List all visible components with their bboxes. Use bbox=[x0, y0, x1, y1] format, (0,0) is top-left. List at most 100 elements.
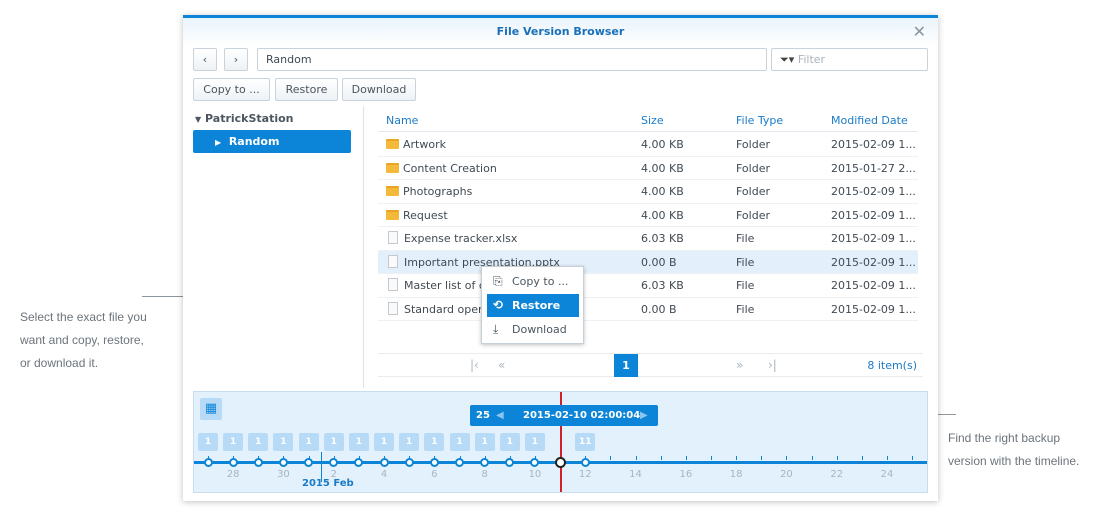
version-node[interactable] bbox=[404, 458, 414, 467]
version-node[interactable] bbox=[304, 458, 314, 467]
cell-name: Master list of co bbox=[386, 274, 492, 297]
table-row[interactable]: Photographs 4.00 KB 2015-02-09 1... Fold… bbox=[378, 180, 918, 204]
column-size[interactable]: Size bbox=[641, 110, 664, 132]
table-row[interactable]: Expense tracker.xlsx 6.03 KB 2015-02-09 … bbox=[378, 227, 918, 251]
version-node[interactable] bbox=[228, 458, 238, 467]
column-type[interactable]: File Type bbox=[736, 110, 783, 132]
last-page-icon[interactable]: ›| bbox=[768, 358, 777, 372]
version-count-bubble[interactable]: 1 bbox=[474, 433, 495, 451]
note-line: Find the right backup bbox=[948, 431, 1061, 445]
version-count-bubble[interactable]: 1 bbox=[223, 433, 244, 451]
cell-name: Standard operat bbox=[386, 298, 494, 321]
forward-button[interactable]: › bbox=[224, 48, 248, 71]
day-label: 20 bbox=[780, 469, 793, 480]
table-row[interactable]: Request 4.00 KB 2015-02-09 1... Folder bbox=[378, 204, 918, 227]
timeline-tick bbox=[887, 456, 889, 460]
version-tooltip: 25 ◀ 2015-02-10 02:00:04 ▶ bbox=[470, 405, 658, 426]
version-node[interactable] bbox=[203, 458, 213, 467]
version-node[interactable] bbox=[253, 458, 263, 467]
table-row[interactable]: Content Creation 4.00 KB 2015-01-27 2...… bbox=[378, 157, 918, 180]
table-row[interactable]: Artwork 4.00 KB 2015-02-09 1... Folder bbox=[378, 133, 918, 157]
next-page-icon[interactable]: » bbox=[736, 358, 743, 372]
version-count-bubble[interactable]: 1 bbox=[499, 433, 520, 451]
divider bbox=[363, 106, 364, 388]
version-count-bubble[interactable]: 1 bbox=[424, 433, 445, 451]
cell-date: 2015-02-09 1... bbox=[831, 208, 916, 222]
version-count-bubble[interactable]: 11 bbox=[575, 433, 596, 451]
cell-date: 2015-02-09 1... bbox=[831, 138, 916, 151]
next-version-icon[interactable]: ▶ bbox=[640, 405, 648, 426]
timeline-tick bbox=[912, 456, 914, 460]
file-table: Name Size File Type Modified Date Artwor… bbox=[378, 110, 928, 370]
version-node[interactable] bbox=[429, 458, 439, 467]
first-page-icon[interactable]: |‹ bbox=[470, 358, 479, 372]
version-count-bubble[interactable]: 1 bbox=[399, 433, 420, 451]
timeline-tick bbox=[761, 456, 763, 460]
copy-to-button[interactable]: Copy to ... bbox=[193, 78, 270, 101]
day-label: 30 bbox=[277, 469, 290, 480]
note-line: or download it. bbox=[20, 356, 99, 370]
close-icon[interactable]: ✕ bbox=[913, 18, 926, 46]
timeline-tick bbox=[660, 456, 662, 460]
menu-item-restore[interactable]: ⟲ Restore bbox=[487, 294, 579, 317]
day-label: 6 bbox=[431, 469, 438, 480]
filter-icon[interactable]: ⏷▾ bbox=[780, 53, 794, 66]
download-button[interactable]: Download bbox=[342, 78, 416, 101]
folder-icon bbox=[386, 162, 399, 173]
version-node[interactable] bbox=[455, 458, 464, 467]
version-node[interactable] bbox=[530, 458, 540, 467]
table-row[interactable]: Standard operat 0.00 B 2015-02-09 1... F… bbox=[378, 298, 918, 321]
table-header: Name Size File Type Modified Date bbox=[378, 110, 918, 132]
version-node[interactable] bbox=[505, 458, 515, 467]
version-count-bubble[interactable]: 1 bbox=[449, 433, 470, 451]
table-row[interactable]: Master list of co 6.03 KB 2015-02-09 1..… bbox=[378, 274, 918, 298]
version-node[interactable] bbox=[278, 458, 288, 467]
right-annotation: Find the right backup version with the t… bbox=[948, 427, 1079, 473]
version-node[interactable] bbox=[379, 458, 389, 467]
version-count-bubble[interactable]: 1 bbox=[198, 433, 218, 451]
menu-item-download[interactable]: ⤓ Download bbox=[487, 318, 579, 341]
cell-size: 4.00 KB bbox=[641, 208, 684, 222]
filter-input[interactable]: ⏷▾ Filter bbox=[771, 48, 928, 71]
table-row[interactable]: Important presentation.pptx 0.00 B 2015-… bbox=[378, 250, 918, 274]
cell-name: Expense tracker.xlsx bbox=[386, 227, 517, 250]
prev-page-icon[interactable]: « bbox=[498, 358, 505, 372]
version-count-bubble[interactable]: 1 bbox=[374, 433, 395, 451]
file-version-browser-window: File Version Browser ✕ ‹ › Random ⏷▾ Fil… bbox=[183, 15, 938, 501]
version-node[interactable] bbox=[554, 457, 566, 468]
restore-button[interactable]: Restore bbox=[275, 78, 338, 101]
version-node[interactable] bbox=[580, 458, 590, 467]
cell-size: 6.03 KB bbox=[641, 279, 684, 292]
version-count-bubble[interactable]: 1 bbox=[273, 433, 294, 451]
column-name[interactable]: Name bbox=[386, 110, 418, 132]
column-date[interactable]: Modified Date bbox=[831, 110, 908, 132]
version-count-bubble[interactable]: 1 bbox=[323, 433, 344, 451]
tree-item-random[interactable]: ▶ Random bbox=[193, 130, 351, 153]
version-count-bubble[interactable]: 1 bbox=[524, 433, 545, 451]
calendar-icon[interactable]: ▦ bbox=[200, 398, 222, 420]
folder-icon bbox=[386, 186, 399, 196]
version-count-bubble[interactable]: 1 bbox=[348, 433, 369, 451]
version-node[interactable] bbox=[354, 458, 364, 467]
cell-date: 2015-02-09 1... bbox=[831, 255, 916, 269]
path-field[interactable]: Random bbox=[257, 48, 767, 71]
timeline-tick bbox=[861, 456, 863, 460]
timeline[interactable]: ▦ 28 30 2 4 6 8 10 12 14 16 18 20 22 24 1 1 1 1 1 1 1 1 1 1 1 1 1 1… bbox=[193, 391, 928, 493]
version-node[interactable] bbox=[329, 458, 339, 467]
caret-right-icon: ▶ bbox=[215, 138, 222, 147]
menu-item-copy-to[interactable]: ⎘ Copy to ... bbox=[487, 270, 579, 293]
tree-root[interactable]: ▼ PatrickStation bbox=[195, 112, 294, 125]
version-count-bubble[interactable]: 1 bbox=[248, 433, 269, 451]
cell-name: Content Creation bbox=[386, 157, 497, 180]
back-button[interactable]: ‹ bbox=[193, 48, 217, 71]
cell-date: 2015-02-09 1... bbox=[831, 279, 916, 292]
file-icon bbox=[388, 231, 398, 244]
prev-version-icon[interactable]: ◀ bbox=[496, 405, 504, 426]
tree-item-label: Random bbox=[228, 135, 280, 148]
version-count-bubble[interactable]: 1 bbox=[298, 433, 319, 451]
version-node[interactable] bbox=[480, 458, 490, 467]
left-annotation: Select the exact file you want and copy,… bbox=[20, 306, 147, 375]
day-label: 28 bbox=[226, 469, 240, 480]
page-number[interactable]: 1 bbox=[614, 354, 638, 377]
cell-type: Folder bbox=[736, 138, 770, 151]
